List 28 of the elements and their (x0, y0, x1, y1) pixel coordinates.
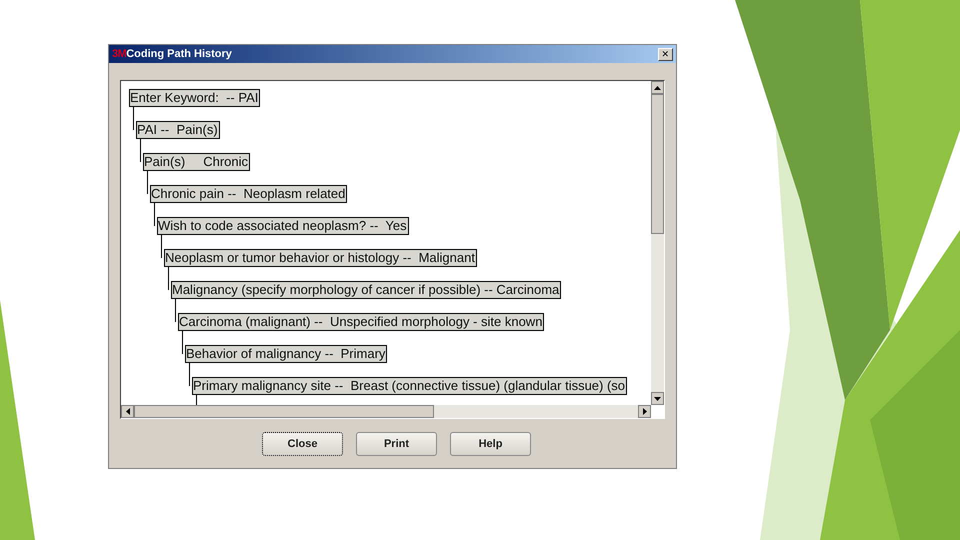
left-arrow-icon (126, 408, 130, 415)
scroll-left-button[interactable] (121, 405, 134, 418)
tree-node[interactable]: Neoplasm or tumor behavior or histology -- Malignant (164, 249, 477, 267)
scroll-up-button[interactable] (651, 81, 664, 94)
horizontal-scrollbar[interactable] (121, 405, 651, 418)
dialog-button[interactable]: Help (450, 432, 531, 456)
right-arrow-icon (642, 408, 646, 415)
tree-node[interactable]: Enter Keyword: -- PAI (129, 89, 260, 107)
tree-node[interactable]: Carcinoma (malignant) -- Unspecified morphology - site known (178, 313, 544, 331)
vertical-scrollbar[interactable] (651, 81, 664, 405)
logo: 3M (112, 46, 126, 62)
tree-node[interactable]: Pain(s) Chronic (143, 153, 250, 171)
tree-node[interactable]: Malignancy (specify morphology of cancer if possible) -- Carcinoma (171, 281, 562, 299)
tree-node[interactable]: Wish to code associated neoplasm? -- Yes (157, 217, 409, 235)
up-arrow-icon (654, 86, 661, 90)
scroll-thumb[interactable] (651, 94, 664, 234)
tree-node[interactable]: Chronic pain -- Neoplasm related (150, 185, 348, 203)
tree-node[interactable]: Primary malignancy site -- Breast (connective tissue) (glandular tissue) (so (192, 377, 628, 395)
scroll-right-button[interactable] (638, 405, 651, 418)
scroll-down-button[interactable] (651, 392, 664, 405)
close-button[interactable]: ✕ (658, 48, 673, 60)
scroll-thumb[interactable] (134, 405, 434, 418)
dialog-button[interactable]: Close (262, 432, 343, 456)
tree-node[interactable]: PAI -- Pain(s) (136, 121, 220, 139)
dialog-button[interactable]: Print (356, 432, 437, 456)
tree-node[interactable]: Behavior of malignancy -- Primary (185, 345, 388, 363)
window-title: Coding Path History (126, 46, 232, 62)
down-arrow-icon (654, 396, 661, 400)
